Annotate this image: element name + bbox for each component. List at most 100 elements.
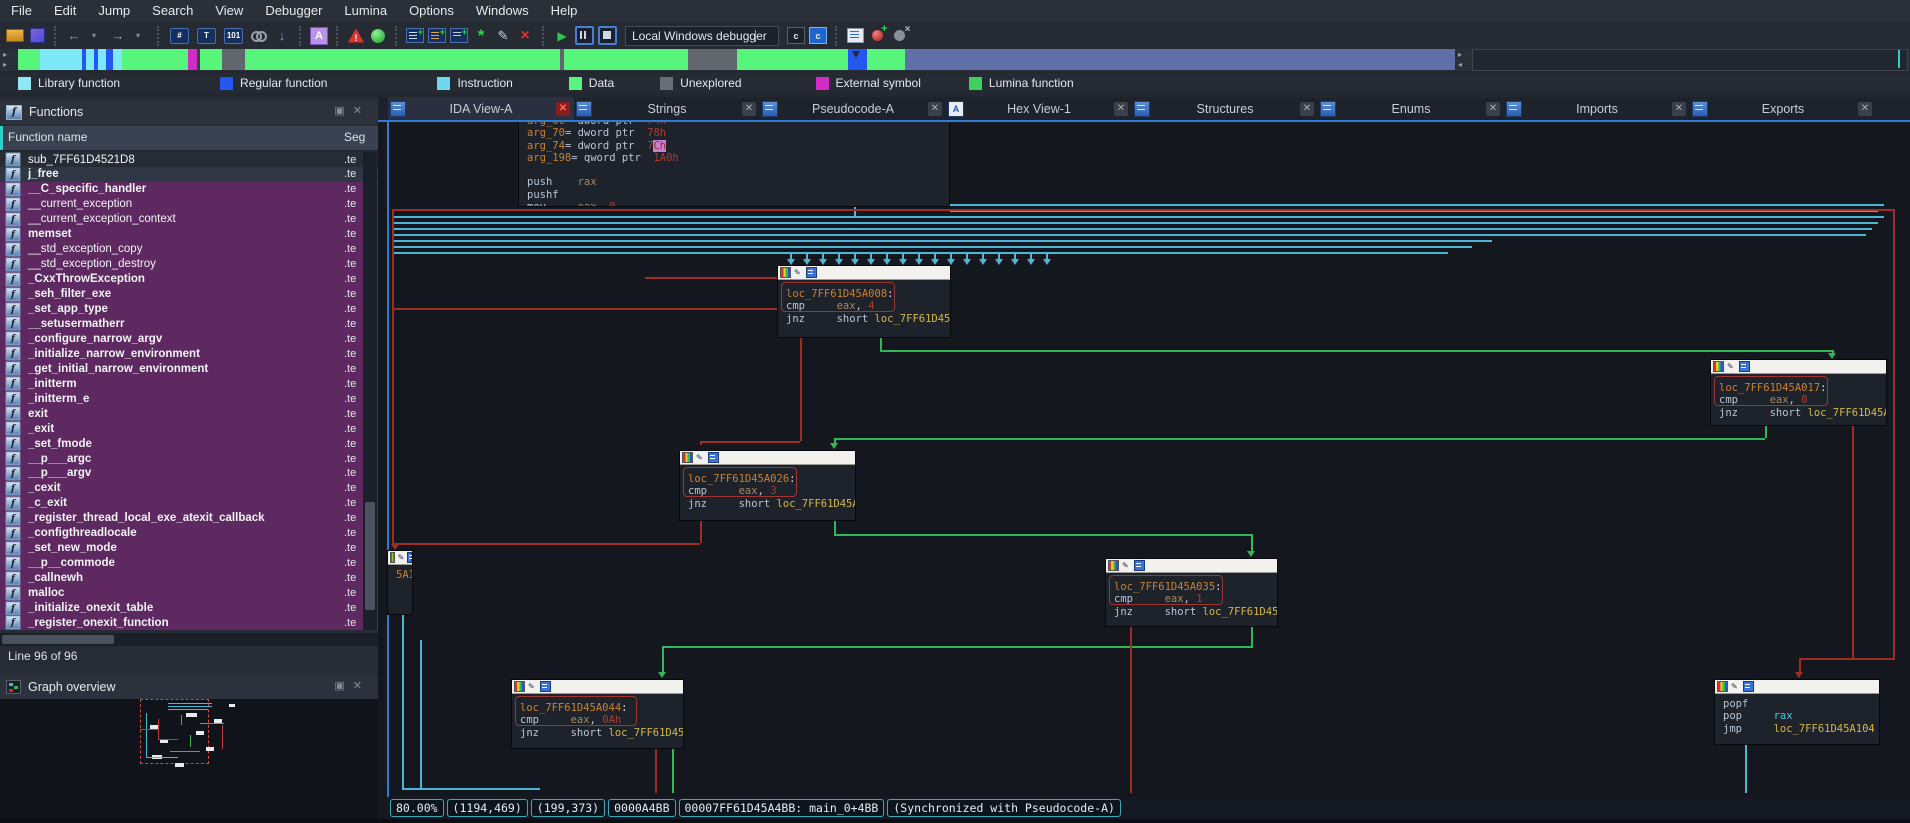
graph-node-loc_7FF61D45A044[interactable]: ✎loc_7FF61D45A044:cmp eax, 0Ahjnz short … [511, 679, 684, 749]
breakpoint-list-icon[interactable] [846, 26, 864, 46]
back-icon[interactable]: ← [65, 26, 83, 46]
node-title-bar[interactable]: ✎ [388, 551, 412, 565]
function-row[interactable]: fj_free.te [0, 167, 378, 182]
jump-address-icon[interactable]: ↓ [273, 26, 291, 46]
functions-vertical-scrollbar[interactable] [363, 152, 377, 630]
node-edit-icon[interactable]: ✎ [1727, 362, 1736, 371]
tab-hex-view-1[interactable]: AHex View-1✕ [946, 97, 1132, 120]
menu-options[interactable]: Options [398, 0, 465, 22]
node-color-icon[interactable] [390, 552, 395, 563]
forward-icon[interactable]: → [109, 26, 127, 46]
search-text-icon[interactable]: T [195, 26, 218, 46]
function-row[interactable]: f__p___argc.te [0, 451, 378, 466]
tab-enums[interactable]: Enums✕ [1318, 97, 1504, 120]
tab-close-icon[interactable]: ✕ [1114, 102, 1128, 116]
stop-process-icon[interactable] [598, 26, 617, 46]
undefine-icon[interactable]: × [516, 26, 534, 46]
add-breakpoint-icon[interactable] [868, 26, 886, 46]
node-color-icon[interactable] [514, 681, 525, 692]
node-edit-icon[interactable]: ✎ [696, 453, 705, 462]
function-row[interactable]: f_configure_narrow_argv.te [0, 331, 378, 346]
menu-file[interactable]: File [0, 0, 43, 22]
function-row[interactable]: f_register_thread_local_exe_atexit_callb… [0, 511, 378, 526]
function-row[interactable]: f_exit.te [0, 421, 378, 436]
function-row[interactable]: f__p__commode.te [0, 556, 378, 571]
menu-lumina[interactable]: Lumina [333, 0, 398, 22]
node-edit-icon[interactable]: ✎ [1731, 682, 1740, 691]
function-row[interactable]: f_c_exit.te [0, 496, 378, 511]
function-row[interactable]: f__std_exception_copy.te [0, 242, 378, 257]
function-row[interactable]: f__current_exception_context.te [0, 212, 378, 227]
node-title-bar[interactable]: ✎ [1715, 680, 1879, 694]
start-process-icon[interactable]: ▶ [553, 26, 571, 46]
navigation-band[interactable] [18, 49, 1455, 70]
tab-structures[interactable]: Structures✕ [1132, 97, 1318, 120]
continue-process-icon[interactable]: c [809, 26, 827, 46]
function-row[interactable]: f_set_app_type.te [0, 302, 378, 317]
tab-close-icon[interactable]: ✕ [928, 102, 942, 116]
pause-process-icon[interactable] [575, 26, 594, 46]
save-icon[interactable] [28, 26, 46, 46]
forward-dropdown-icon[interactable]: ▾ [131, 26, 149, 46]
node-edit-icon[interactable]: ✎ [1122, 561, 1131, 570]
tab-close-icon[interactable]: ✕ [556, 102, 570, 116]
binoculars-icon[interactable] [249, 26, 269, 46]
node-title-bar[interactable]: ✎ [1711, 360, 1886, 374]
close-icon[interactable]: ✕ [353, 105, 370, 117]
delete-breakpoint-icon[interactable] [890, 26, 908, 46]
node-title-bar[interactable]: ✎ [680, 451, 855, 465]
function-row[interactable]: f_cexit.te [0, 481, 378, 496]
create-code-icon[interactable]: + [406, 26, 424, 46]
menu-windows[interactable]: Windows [465, 0, 540, 22]
graph-overview-titlebar[interactable]: Graph overview ▣✕ [0, 675, 378, 699]
node-color-icon[interactable] [682, 452, 693, 463]
menu-help[interactable]: Help [540, 0, 589, 22]
create-string-icon[interactable]: + [450, 26, 468, 46]
node-title-bar[interactable]: ✎ [778, 266, 950, 280]
function-row[interactable]: f_get_initial_narrow_environment.te [0, 361, 378, 376]
functions-panel-titlebar[interactable]: f Functions ▣✕ [0, 100, 378, 124]
tab-ida-view-a[interactable]: IDA View-A✕ [388, 97, 574, 120]
search-sequence-icon[interactable]: # [168, 26, 191, 46]
node-edit-icon[interactable]: ✎ [794, 268, 803, 277]
menu-edit[interactable]: Edit [43, 0, 87, 22]
function-row[interactable]: f_configthreadlocale.te [0, 526, 378, 541]
navband-scroll-right-icons[interactable]: ▸◂ [1458, 50, 1470, 70]
node-title-bar[interactable]: ✎ [512, 680, 683, 694]
node-group-icon[interactable] [1739, 361, 1750, 372]
functions-column-header[interactable]: Function name Seg [0, 126, 378, 151]
patch-icon[interactable]: ✎ [494, 26, 512, 46]
node-color-icon[interactable] [1713, 361, 1724, 372]
graph-node-loc_7FF61D45A017[interactable]: ✎loc_7FF61D45A017:cmp eax, 0jnz short lo… [1710, 359, 1887, 426]
function-row[interactable]: f_callnewh.te [0, 571, 378, 586]
function-row[interactable]: f_seh_filter_exe.te [0, 287, 378, 302]
function-row[interactable]: f_set_new_mode.te [0, 541, 378, 556]
menu-debugger[interactable]: Debugger [254, 0, 333, 22]
node-color-icon[interactable] [1717, 681, 1728, 692]
graph-node-loc_7FF61D45A008[interactable]: ✎loc_7FF61D45A008:cmp eax, 4jnz short lo… [777, 265, 951, 338]
node-color-icon[interactable] [1108, 560, 1119, 571]
function-row[interactable]: f_initterm.te [0, 376, 378, 391]
dock-icon[interactable]: ▣ [334, 105, 352, 117]
tab-close-icon[interactable]: ✕ [1672, 102, 1686, 116]
node-group-icon[interactable] [1743, 681, 1754, 692]
graph-node-entry-block[interactable]: arg_6C= dword ptr 74harg_70= dword ptr 7… [518, 122, 950, 207]
menu-search[interactable]: Search [141, 0, 204, 22]
node-group-icon[interactable] [540, 681, 551, 692]
graph-view-canvas[interactable]: arg_6C= dword ptr 74harg_70= dword ptr 7… [378, 122, 1910, 797]
node-group-icon[interactable] [1134, 560, 1145, 571]
create-struct-icon[interactable]: * [472, 26, 490, 46]
function-row[interactable]: f_set_fmode.te [0, 436, 378, 451]
tab-close-icon[interactable]: ✕ [1486, 102, 1500, 116]
create-data-icon[interactable]: + [428, 26, 446, 46]
function-row[interactable]: f__p___argv.te [0, 466, 378, 481]
function-row[interactable]: fexit.te [0, 406, 378, 421]
function-row[interactable]: fsub_7FF61D4521D8.te [0, 152, 378, 167]
close-icon[interactable]: ✕ [353, 680, 370, 692]
function-row[interactable]: f_register_onexit_function.te [0, 615, 378, 630]
back-dropdown-icon[interactable]: ▾ [87, 26, 105, 46]
problems-icon[interactable]: ! [347, 26, 365, 46]
graph-node-loc_7FF61D45A026[interactable]: ✎loc_7FF61D45A026:cmp eax, 3jnz short lo… [679, 450, 856, 521]
lumina-status-icon[interactable] [369, 26, 387, 46]
node-color-icon[interactable] [780, 267, 791, 278]
